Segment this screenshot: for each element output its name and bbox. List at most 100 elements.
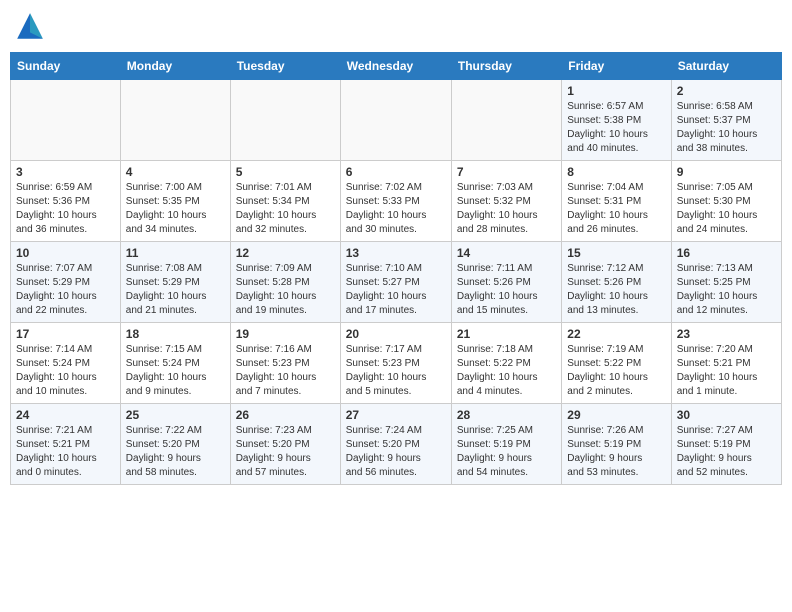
calendar-day-cell: 6 Sunrise: 7:02 AM Sunset: 5:33 PM Daylig… [340,161,451,242]
logo-icon [14,10,46,42]
day-number: 15 [567,246,665,260]
calendar-day-cell: 11Sunrise: 7:08 AM Sunset: 5:29 PM Dayli… [120,242,230,323]
day-info: Sunrise: 7:02 AM Sunset: 5:33 PM Dayligh… [346,181,446,237]
calendar-day-cell: 3 Sunrise: 6:59 AM Sunset: 5:36 PM Daylig… [11,161,121,242]
calendar-week-row: 17Sunrise: 7:14 AM Sunset: 5:24 PM Dayli… [11,323,782,404]
day-number: 10 [16,246,115,260]
calendar-table: SundayMondayTuesdayWednesdayThursdayFrid… [10,52,782,485]
day-number: 29 [567,408,665,422]
day-info: Sunrise: 7:05 AM Sunset: 5:30 PM Dayligh… [677,181,776,237]
day-info: Sunrise: 6:58 AM Sunset: 5:37 PM Dayligh… [677,100,776,156]
calendar-day-cell [11,80,121,161]
calendar-day-cell: 8Sunrise: 7:04 AM Sunset: 5:31 PM Daylig… [562,161,671,242]
weekday-header: Sunday [11,53,121,80]
day-info: Sunrise: 7:17 AM Sunset: 5:23 PM Dayligh… [346,343,446,399]
day-number: 30 [677,408,776,422]
day-number: 1 [567,84,665,98]
day-info: Sunrise: 7:01 AM Sunset: 5:34 PM Dayligh… [236,181,335,237]
day-info: Sunrise: 7:21 AM Sunset: 5:21 PM Dayligh… [16,424,115,480]
day-info: Sunrise: 7:24 AM Sunset: 5:20 PM Dayligh… [346,424,446,480]
day-number: 23 [677,327,776,341]
day-number: 13 [346,246,446,260]
day-info: Sunrise: 7:12 AM Sunset: 5:26 PM Dayligh… [567,262,665,318]
weekday-header: Tuesday [230,53,340,80]
calendar-week-row: 1 Sunrise: 6:57 AM Sunset: 5:38 PM Daylig… [11,80,782,161]
day-number: 3 [16,165,115,179]
calendar-day-cell: 21 Sunrise: 7:18 AM Sunset: 5:22 PM Dayli… [451,323,561,404]
calendar-week-row: 10 Sunrise: 7:07 AM Sunset: 5:29 PM Dayli… [11,242,782,323]
day-info: Sunrise: 7:10 AM Sunset: 5:27 PM Dayligh… [346,262,446,318]
day-number: 22 [567,327,665,341]
day-info: Sunrise: 7:11 AM Sunset: 5:26 PM Dayligh… [457,262,556,318]
calendar-day-cell: 1 Sunrise: 6:57 AM Sunset: 5:38 PM Daylig… [562,80,671,161]
day-info: Sunrise: 7:15 AM Sunset: 5:24 PM Dayligh… [126,343,225,399]
calendar-day-cell: 28Sunrise: 7:25 AM Sunset: 5:19 PM Dayli… [451,404,561,485]
calendar-day-cell: 14 Sunrise: 7:11 AM Sunset: 5:26 PM Dayli… [451,242,561,323]
calendar-day-cell: 16 Sunrise: 7:13 AM Sunset: 5:25 PM Dayli… [671,242,781,323]
calendar-day-cell: 4Sunrise: 7:00 AM Sunset: 5:35 PM Daylig… [120,161,230,242]
calendar-day-cell: 12 Sunrise: 7:09 AM Sunset: 5:28 PM Dayli… [230,242,340,323]
day-info: Sunrise: 7:27 AM Sunset: 5:19 PM Dayligh… [677,424,776,480]
day-number: 2 [677,84,776,98]
day-info: Sunrise: 7:09 AM Sunset: 5:28 PM Dayligh… [236,262,335,318]
logo [14,10,50,42]
day-number: 16 [677,246,776,260]
day-number: 20 [346,327,446,341]
day-number: 26 [236,408,335,422]
day-info: Sunrise: 7:20 AM Sunset: 5:21 PM Dayligh… [677,343,776,399]
page-header [10,10,782,42]
day-info: Sunrise: 7:07 AM Sunset: 5:29 PM Dayligh… [16,262,115,318]
day-number: 14 [457,246,556,260]
day-info: Sunrise: 6:57 AM Sunset: 5:38 PM Dayligh… [567,100,665,156]
day-info: Sunrise: 7:16 AM Sunset: 5:23 PM Dayligh… [236,343,335,399]
day-number: 18 [126,327,225,341]
day-info: Sunrise: 7:08 AM Sunset: 5:29 PM Dayligh… [126,262,225,318]
calendar-day-cell [451,80,561,161]
weekday-header-row: SundayMondayTuesdayWednesdayThursdayFrid… [11,53,782,80]
day-info: Sunrise: 6:59 AM Sunset: 5:36 PM Dayligh… [16,181,115,237]
day-number: 5 [236,165,335,179]
calendar-day-cell: 23 Sunrise: 7:20 AM Sunset: 5:21 PM Dayli… [671,323,781,404]
day-number: 12 [236,246,335,260]
day-number: 17 [16,327,115,341]
day-number: 24 [16,408,115,422]
day-number: 7 [457,165,556,179]
weekday-header: Saturday [671,53,781,80]
calendar-day-cell: 27 Sunrise: 7:24 AM Sunset: 5:20 PM Dayli… [340,404,451,485]
day-info: Sunrise: 7:04 AM Sunset: 5:31 PM Dayligh… [567,181,665,237]
calendar-day-cell: 2 Sunrise: 6:58 AM Sunset: 5:37 PM Daylig… [671,80,781,161]
calendar-day-cell [120,80,230,161]
calendar-day-cell: 18 Sunrise: 7:15 AM Sunset: 5:24 PM Dayli… [120,323,230,404]
day-info: Sunrise: 7:22 AM Sunset: 5:20 PM Dayligh… [126,424,225,480]
day-number: 19 [236,327,335,341]
day-info: Sunrise: 7:03 AM Sunset: 5:32 PM Dayligh… [457,181,556,237]
day-number: 6 [346,165,446,179]
weekday-header: Monday [120,53,230,80]
day-info: Sunrise: 7:13 AM Sunset: 5:25 PM Dayligh… [677,262,776,318]
calendar-day-cell: 15 Sunrise: 7:12 AM Sunset: 5:26 PM Dayli… [562,242,671,323]
calendar-day-cell: 13 Sunrise: 7:10 AM Sunset: 5:27 PM Dayli… [340,242,451,323]
calendar-day-cell: 26 Sunrise: 7:23 AM Sunset: 5:20 PM Dayli… [230,404,340,485]
weekday-header: Friday [562,53,671,80]
calendar-week-row: 3 Sunrise: 6:59 AM Sunset: 5:36 PM Daylig… [11,161,782,242]
calendar-day-cell: 10 Sunrise: 7:07 AM Sunset: 5:29 PM Dayli… [11,242,121,323]
calendar-day-cell: 24 Sunrise: 7:21 AM Sunset: 5:21 PM Dayli… [11,404,121,485]
calendar-day-cell: 5 Sunrise: 7:01 AM Sunset: 5:34 PM Daylig… [230,161,340,242]
calendar-day-cell [230,80,340,161]
day-number: 9 [677,165,776,179]
weekday-header: Wednesday [340,53,451,80]
calendar-day-cell: 19 Sunrise: 7:16 AM Sunset: 5:23 PM Dayli… [230,323,340,404]
day-info: Sunrise: 7:18 AM Sunset: 5:22 PM Dayligh… [457,343,556,399]
calendar-week-row: 24 Sunrise: 7:21 AM Sunset: 5:21 PM Dayli… [11,404,782,485]
day-number: 21 [457,327,556,341]
day-number: 27 [346,408,446,422]
calendar-day-cell: 9 Sunrise: 7:05 AM Sunset: 5:30 PM Daylig… [671,161,781,242]
calendar-day-cell: 29Sunrise: 7:26 AM Sunset: 5:19 PM Dayli… [562,404,671,485]
day-info: Sunrise: 7:00 AM Sunset: 5:35 PM Dayligh… [126,181,225,237]
day-info: Sunrise: 7:23 AM Sunset: 5:20 PM Dayligh… [236,424,335,480]
calendar-day-cell: 30 Sunrise: 7:27 AM Sunset: 5:19 PM Dayli… [671,404,781,485]
calendar-day-cell: 20 Sunrise: 7:17 AM Sunset: 5:23 PM Dayli… [340,323,451,404]
calendar-day-cell: 25Sunrise: 7:22 AM Sunset: 5:20 PM Dayli… [120,404,230,485]
calendar-day-cell [340,80,451,161]
calendar-day-cell: 22Sunrise: 7:19 AM Sunset: 5:22 PM Dayli… [562,323,671,404]
